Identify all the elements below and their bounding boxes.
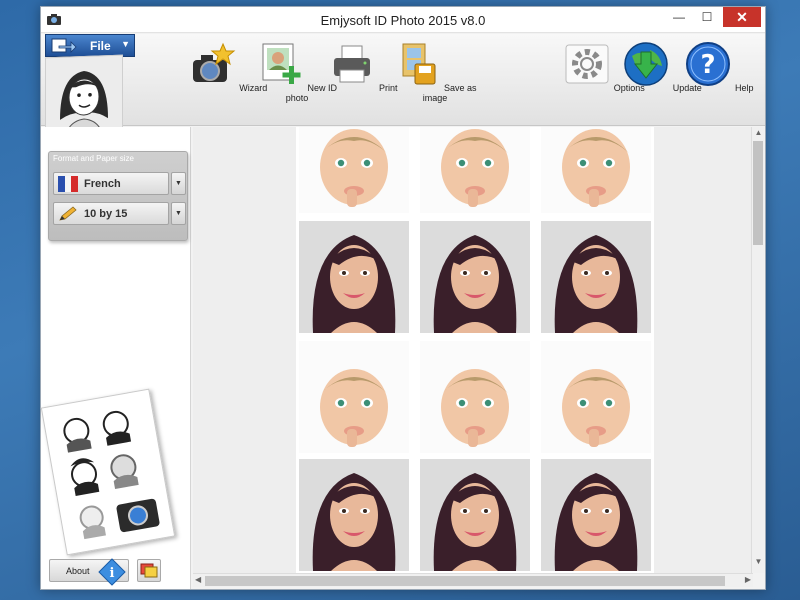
faces-sheet-icon <box>63 410 160 540</box>
wizard-camera-icon <box>192 42 236 82</box>
app-window: Emjysoft ID Photo 2015 v8.0 — ☐ ✕ File ▼ <box>40 6 766 590</box>
photo-stack-icon <box>140 563 158 578</box>
sidebar: Format and Paper size French ▼ 10 by 15 … <box>40 127 191 589</box>
save-as-image-button[interactable]: Save as image <box>390 40 480 103</box>
french-flag-icon <box>58 176 78 192</box>
id-photo-baby <box>541 127 651 213</box>
window-title: Emjysoft ID Photo 2015 v8.0 <box>320 13 486 28</box>
paper-size-dropdown-button[interactable]: ▼ <box>171 202 186 225</box>
baby-photo-icon <box>541 341 651 453</box>
baby-photo-icon <box>541 127 651 213</box>
format-paper-group: Format and Paper size French ▼ 10 by 15 … <box>48 151 188 241</box>
info-icon: i <box>98 558 126 586</box>
chevron-down-icon: ▼ <box>121 39 130 49</box>
svg-text:?: ? <box>701 50 716 80</box>
id-photo-woman <box>420 459 530 571</box>
help-button[interactable]: ? Help <box>674 40 764 93</box>
id-photo-baby <box>420 127 530 213</box>
new-id-photo-icon <box>262 43 301 84</box>
title-bar: Emjysoft ID Photo 2015 v8.0 — ☐ ✕ <box>41 7 765 33</box>
about-button[interactable]: About i <box>49 558 129 586</box>
id-photo-baby <box>541 341 651 453</box>
format-dropdown-button[interactable]: ▼ <box>171 172 186 195</box>
scroll-up-icon[interactable]: ▲ <box>752 128 765 137</box>
woman-photo-icon <box>420 221 530 333</box>
id-photo-baby <box>420 341 530 453</box>
file-arrow-icon <box>51 38 77 53</box>
printer-icon <box>334 45 371 83</box>
baby-photo-icon <box>420 127 530 213</box>
format-select[interactable]: French <box>53 172 169 195</box>
baby-photo-icon <box>420 341 530 453</box>
id-photo-woman <box>299 221 409 333</box>
baby-photo-icon <box>299 127 409 213</box>
chevron-down-icon: ▼ <box>175 180 182 187</box>
format-select-value: French <box>84 178 121 190</box>
format-paper-group-title: Format and Paper size <box>53 154 134 163</box>
globe-download-icon <box>624 42 668 86</box>
file-menu-button[interactable]: File ▼ <box>45 34 135 57</box>
horizontal-scrollbar[interactable]: ◀ ▶ <box>193 573 753 587</box>
id-photo-woman <box>299 459 409 571</box>
woman-photo-icon <box>420 459 530 571</box>
horizontal-scroll-thumb[interactable] <box>205 576 725 586</box>
woman-photo-icon <box>299 459 409 571</box>
about-label: About <box>66 566 90 576</box>
gear-icon <box>565 44 609 84</box>
maximize-button[interactable]: ☐ <box>693 7 721 27</box>
photo-preview-area[interactable] <box>193 127 753 573</box>
pencil-icon <box>59 206 77 221</box>
scroll-right-icon[interactable]: ▶ <box>745 575 751 584</box>
help-label: Help <box>735 83 754 93</box>
baby-photo-icon <box>299 341 409 453</box>
id-photo-woman <box>420 221 530 333</box>
vertical-scroll-thumb[interactable] <box>753 141 763 245</box>
paper-size-value: 10 by 15 <box>84 208 128 220</box>
chevron-down-icon: ▼ <box>175 210 182 217</box>
woman-photo-icon <box>541 221 651 333</box>
save-image-icon <box>402 43 436 85</box>
id-photo-woman <box>541 459 651 571</box>
scroll-left-icon[interactable]: ◀ <box>195 575 201 584</box>
minimize-button[interactable]: — <box>665 7 693 27</box>
scroll-down-icon[interactable]: ▼ <box>752 557 765 566</box>
photo-sheet-button[interactable] <box>137 559 161 582</box>
photo-sheet <box>296 127 654 573</box>
vertical-scrollbar[interactable]: ▲ ▼ <box>751 127 764 573</box>
id-photo-woman <box>541 221 651 333</box>
id-photo-baby <box>299 341 409 453</box>
sample-faces-illustration <box>40 388 176 556</box>
ribbon: File ▼ Wizard New ID photo Print Save as… <box>41 34 765 146</box>
file-menu-label: File <box>90 39 111 53</box>
id-photo-baby <box>299 127 409 213</box>
woman-photo-icon <box>299 221 409 333</box>
help-icon: ? <box>686 42 731 86</box>
close-button[interactable]: ✕ <box>723 7 761 27</box>
svg-text:i: i <box>110 566 115 581</box>
woman-photo-icon <box>541 459 651 571</box>
paper-size-select[interactable]: 10 by 15 <box>53 202 169 225</box>
